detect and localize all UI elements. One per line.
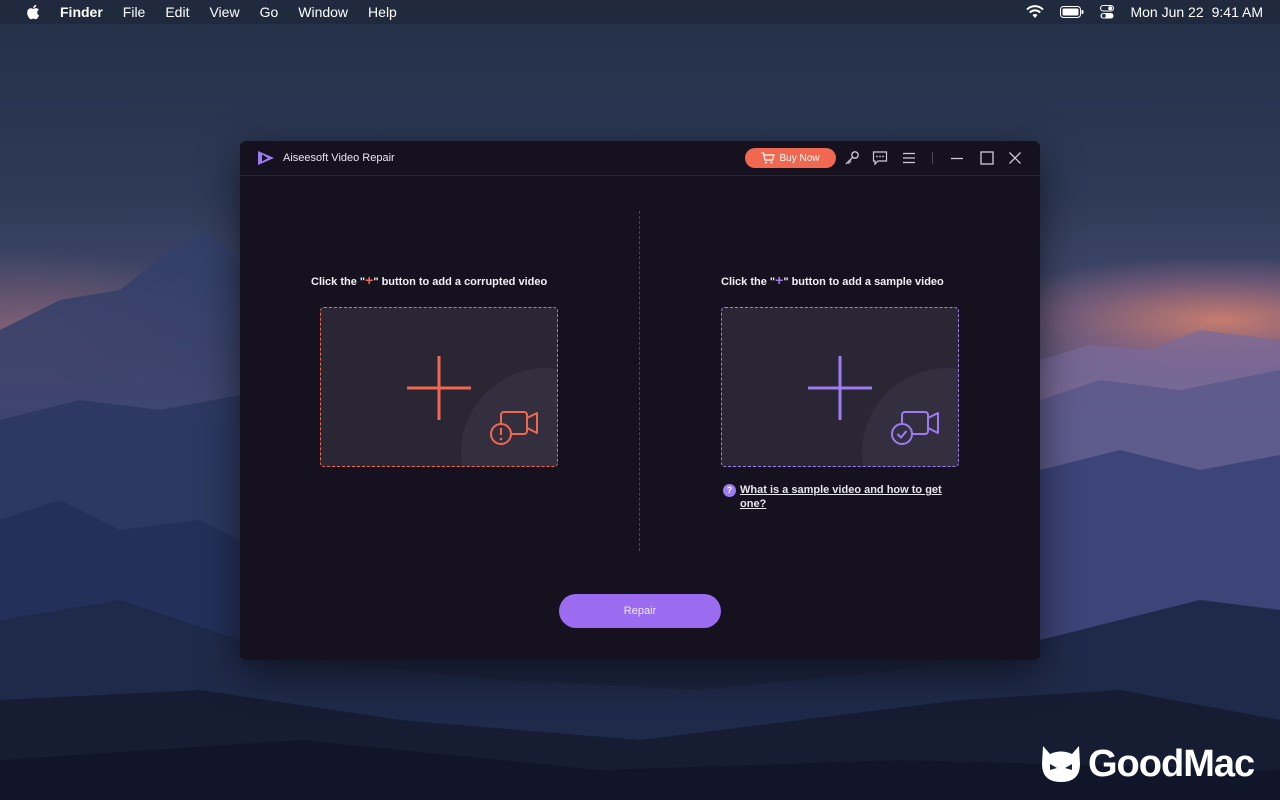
menu-help[interactable]: Help — [368, 4, 397, 20]
menu-bar: Finder File Edit View Go Window Help Mon… — [0, 0, 1280, 24]
sample-video-camera-icon — [891, 411, 939, 445]
repair-button[interactable]: Repair — [559, 594, 721, 628]
add-corrupted-video-dropzone[interactable] — [320, 307, 558, 467]
menu-go[interactable]: Go — [260, 4, 279, 20]
key-icon[interactable] — [844, 150, 860, 166]
goodmac-logo-icon — [1042, 746, 1080, 782]
cart-icon — [761, 152, 776, 164]
menu-file[interactable]: File — [123, 4, 146, 20]
buy-now-label: Buy Now — [779, 152, 820, 164]
sample-video-heading: Click the "+" button to add a sample vid… — [721, 272, 944, 288]
apple-menu-icon[interactable] — [26, 3, 42, 21]
control-center-icon[interactable] — [1100, 5, 1115, 19]
help-question-icon[interactable]: ? — [723, 484, 736, 497]
corrupted-heading-suffix: " button to add a corrupted video — [373, 276, 548, 288]
watermark-text: GoodMac — [1088, 742, 1255, 785]
minimize-icon[interactable] — [949, 150, 965, 166]
sample-video-help-link[interactable]: What is a sample video and how to get on… — [740, 483, 963, 511]
wifi-icon[interactable] — [1026, 5, 1045, 19]
sample-heading-prefix: Click the " — [721, 276, 776, 288]
menu-bar-status: Mon Jun 22 9:41 AM — [1026, 0, 1280, 24]
app-title: Aiseesoft Video Repair — [283, 152, 395, 164]
add-sample-video-dropzone[interactable] — [721, 307, 959, 467]
title-bar-separator — [932, 152, 933, 164]
add-corrupted-plus-icon[interactable] — [405, 354, 473, 422]
sample-video-help: ? What is a sample video and how to get … — [723, 483, 963, 511]
panel-divider — [639, 211, 640, 551]
buy-now-button[interactable]: Buy Now — [745, 148, 836, 168]
sample-heading-suffix: " button to add a sample video — [783, 276, 944, 288]
battery-icon[interactable] — [1060, 6, 1084, 18]
goodmac-watermark: GoodMac — [1040, 742, 1255, 786]
maximize-icon[interactable] — [979, 150, 995, 166]
menu-finder[interactable]: Finder — [60, 4, 103, 20]
menu-icon[interactable] — [901, 150, 917, 166]
corrupted-video-camera-icon — [490, 411, 538, 445]
add-sample-plus-icon[interactable] — [806, 354, 874, 422]
chat-icon[interactable] — [872, 150, 888, 166]
app-logo-icon — [258, 151, 274, 165]
menu-view[interactable]: View — [209, 4, 239, 20]
corrupted-heading-prefix: Click the " — [311, 276, 366, 288]
corrupted-video-heading: Click the "+" button to add a corrupted … — [311, 272, 547, 288]
close-icon[interactable] — [1007, 150, 1023, 166]
menu-bar-time[interactable]: 9:41 AM — [1212, 4, 1263, 20]
menu-window[interactable]: Window — [298, 4, 348, 20]
menu-edit[interactable]: Edit — [165, 4, 189, 20]
app-window: Aiseesoft Video Repair Buy Now Click the… — [240, 141, 1040, 660]
title-bar[interactable]: Aiseesoft Video Repair Buy Now — [240, 141, 1040, 176]
menu-bar-date[interactable]: Mon Jun 22 — [1130, 4, 1203, 20]
